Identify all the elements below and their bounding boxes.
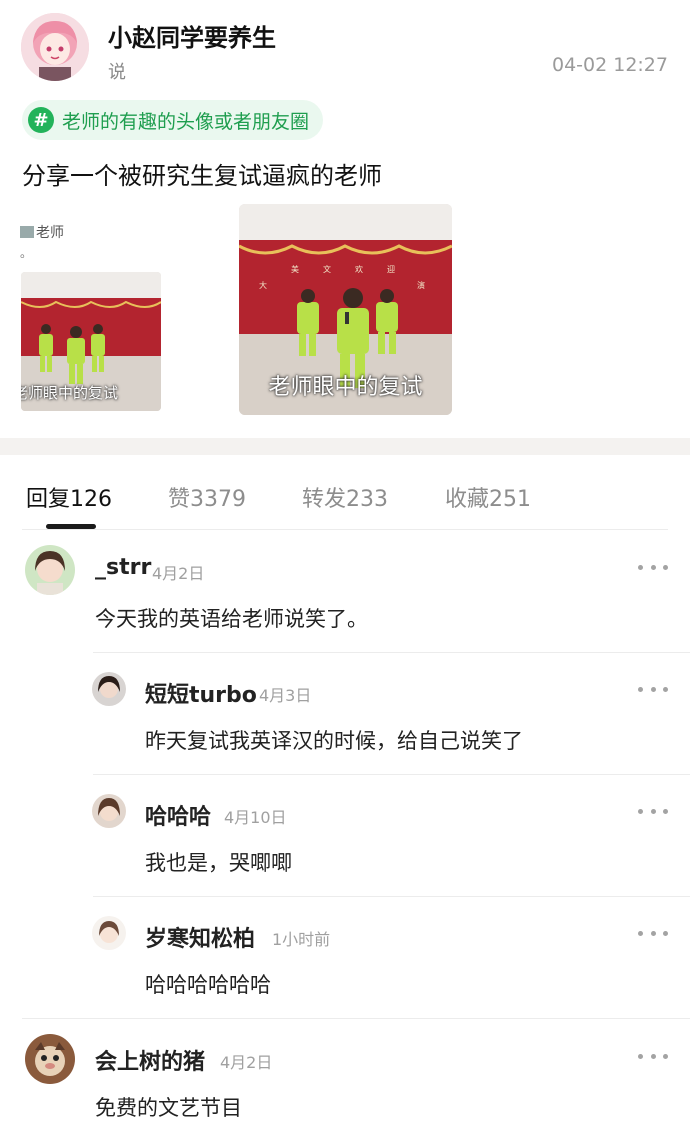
comment-divider (93, 896, 690, 897)
svg-text:美: 美 (291, 264, 299, 274)
hash-icon: # (28, 107, 54, 133)
more-dots-icon[interactable] (638, 923, 668, 943)
reply-avatar[interactable] (92, 916, 126, 950)
reply-text: 哈哈哈哈哈哈 (145, 973, 271, 997)
reply-date: 4月10日 (224, 808, 287, 827)
reply-text: 昨天复试我英译汉的时候，给自己说笑了 (145, 729, 523, 753)
comment-text: 免费的文艺节目 (95, 1096, 242, 1120)
comment-text: 今天我的英语给老师说笑了。 (95, 607, 368, 631)
tab-favorites[interactable]: 收藏251 (445, 481, 531, 513)
author-sub-label: 说 (108, 62, 126, 83)
reply-date: 1小时前 (272, 930, 331, 949)
more-dots-icon[interactable] (638, 1046, 668, 1066)
tab-replies[interactable]: 回复126 (26, 481, 112, 513)
tabs-divider (22, 529, 668, 530)
topic-tag[interactable]: # 老师的有趣的头像或者朋友圈 (22, 100, 324, 140)
tab-likes[interactable]: 赞3379 (168, 481, 246, 513)
more-dots-icon[interactable] (638, 801, 668, 821)
comment-avatar[interactable] (25, 1034, 75, 1084)
comment-divider (93, 652, 690, 653)
post-body-text: 分享一个被研究生复试逼疯的老师 (22, 162, 382, 190)
reply-avatar[interactable] (92, 672, 126, 706)
topic-tag-label: 老师的有趣的头像或者朋友圈 (62, 110, 310, 133)
section-divider (0, 438, 690, 455)
comment-divider (22, 1018, 690, 1019)
reply-author[interactable]: 哈哈哈 (145, 799, 211, 831)
image-left-top-caption-2: 。 (20, 246, 33, 260)
image-left-caption: 老师眼中的复试 (21, 384, 119, 402)
comment-author[interactable]: _strr (95, 555, 151, 580)
comment-avatar[interactable] (25, 545, 75, 595)
comment-author[interactable]: 会上树的猪 (95, 1044, 205, 1076)
reply-author[interactable]: 短短turbo (145, 677, 257, 709)
svg-text:大: 大 (259, 280, 267, 290)
post-timestamp: 04-02 12:27 (551, 54, 668, 76)
post-header: 小赵同学要养生 说 04-02 12:27 (0, 0, 690, 100)
svg-text:演: 演 (417, 280, 425, 290)
comment-date: 4月2日 (152, 564, 205, 583)
svg-text:迎: 迎 (387, 264, 395, 274)
reply-date: 4月3日 (259, 686, 312, 705)
image-left-top-caption: 老师 (20, 222, 64, 242)
author-avatar[interactable] (21, 13, 89, 81)
tab-reposts[interactable]: 转发233 (302, 481, 388, 513)
author-name[interactable]: 小赵同学要养生 (108, 18, 276, 53)
more-dots-icon[interactable] (638, 679, 668, 699)
post-image-left[interactable]: 老师眼中的复试 (21, 272, 161, 411)
reply-text: 我也是，哭唧唧 (145, 851, 292, 875)
stats-tabs: 回复126 赞3379 转发233 收藏251 (0, 455, 690, 531)
reply-avatar[interactable] (92, 794, 126, 828)
svg-text:欢: 欢 (355, 264, 363, 274)
comment-date: 4月2日 (220, 1053, 273, 1072)
svg-text:文: 文 (323, 264, 331, 274)
post-image-right[interactable]: 大 美 文 欢 迎演 老师眼中的复试 (239, 204, 452, 415)
comment-divider (93, 774, 690, 775)
more-dots-icon[interactable] (638, 557, 668, 577)
reply-author[interactable]: 岁寒知松柏 (145, 921, 255, 953)
image-right-caption: 老师眼中的复试 (268, 375, 423, 400)
